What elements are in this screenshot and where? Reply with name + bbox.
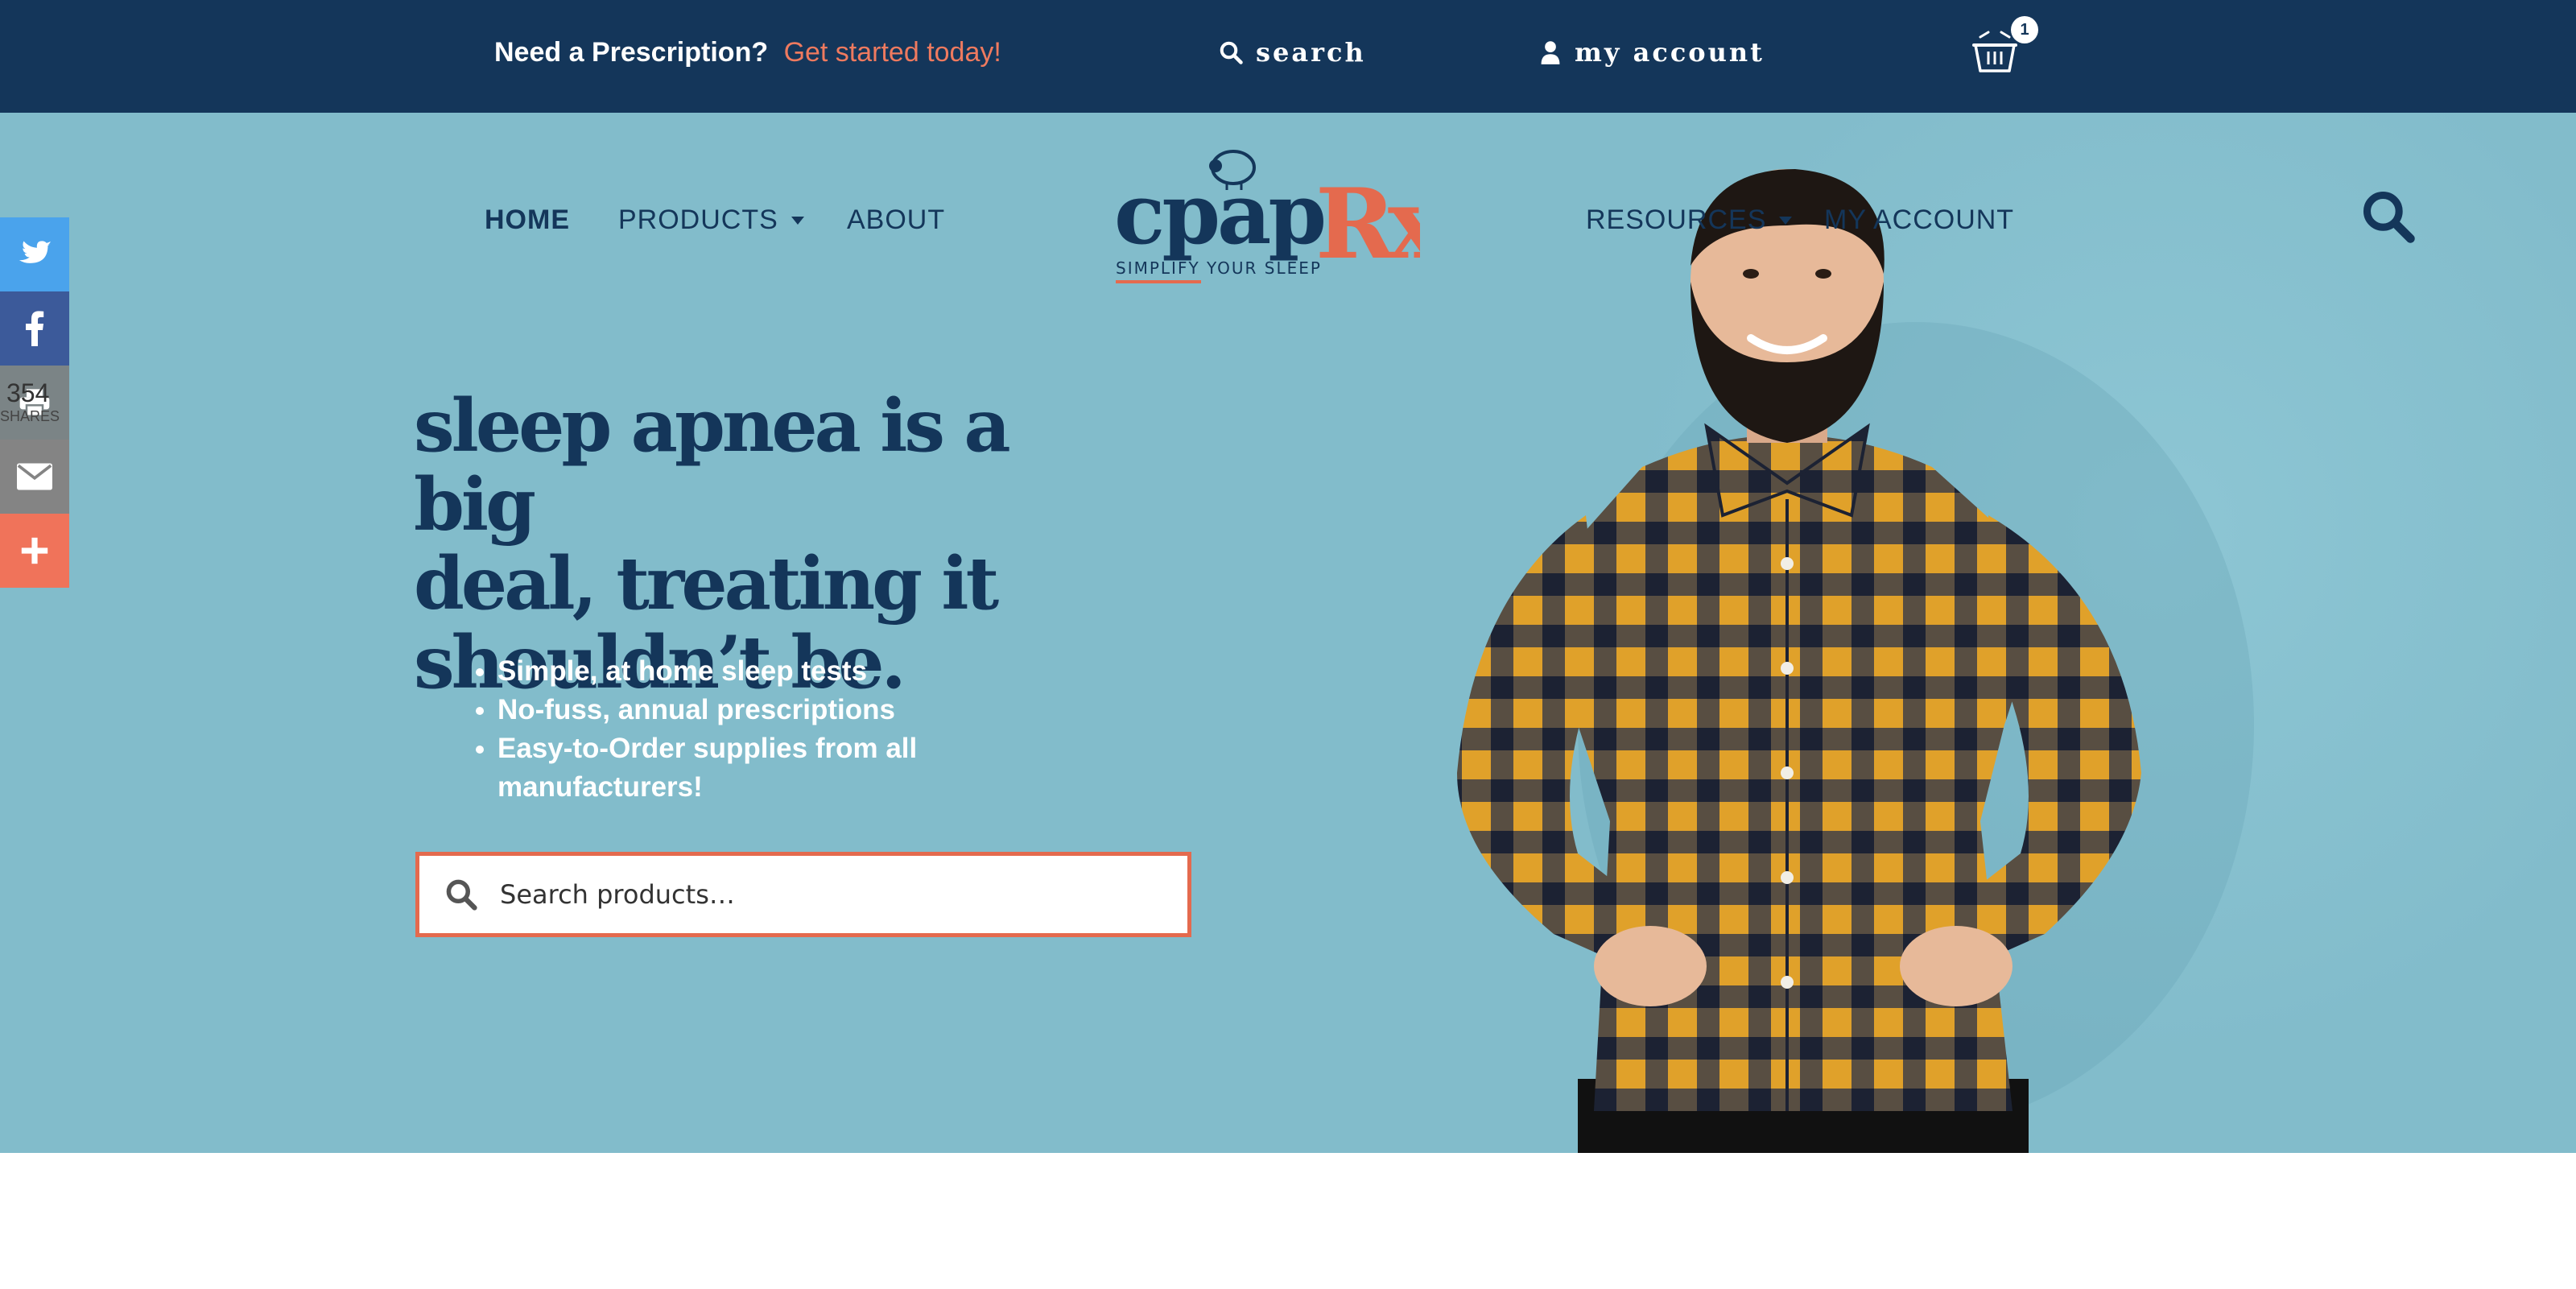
logo-tagline: SIMPLIFY YOUR SLEEP — [1116, 258, 1322, 278]
nav-my-account[interactable]: MY ACCOUNT — [1824, 205, 2014, 236]
below-hero-section — [0, 1153, 2576, 1289]
facebook-share-button[interactable] — [0, 291, 69, 366]
nav-search-icon[interactable] — [2360, 188, 2415, 243]
share-count: 354 SHARES — [0, 378, 69, 425]
search-icon — [446, 879, 477, 911]
nav-products[interactable]: PRODUCTS — [618, 205, 806, 236]
benefit-item: No-fuss, annual prescriptions — [497, 691, 1016, 729]
product-search-box[interactable] — [415, 852, 1191, 937]
hero-person-image — [1457, 169, 2254, 1153]
logo-brand-rx: Rx — [1315, 167, 1420, 281]
nav-resources-label: RESOURCES — [1586, 205, 1767, 235]
user-icon — [1541, 41, 1560, 64]
top-search-label: search — [1256, 37, 1366, 68]
twitter-icon — [19, 241, 52, 263]
facebook-icon — [26, 311, 44, 346]
promo-text: Need a Prescription? — [494, 37, 769, 68]
product-search-input[interactable] — [500, 879, 1160, 910]
share-count-number: 354 — [6, 378, 50, 407]
logo-brand-main: cpap — [1114, 164, 1323, 263]
email-share-button[interactable] — [0, 440, 69, 514]
plus-icon — [21, 537, 48, 564]
get-started-link[interactable]: Get started today! — [784, 37, 1001, 68]
share-count-label: SHARES — [0, 408, 60, 424]
caret-down-icon — [791, 216, 804, 225]
top-search-link[interactable]: search — [1219, 37, 1366, 68]
nav-resources[interactable]: RESOURCES — [1586, 205, 1794, 236]
nav-products-label: PRODUCTS — [618, 205, 778, 235]
twitter-share-button[interactable] — [0, 217, 69, 291]
hero-headline-line: sleep apnea is a big — [414, 383, 1011, 547]
benefit-item: Simple, at home sleep tests — [497, 652, 1016, 691]
top-bar: Need a Prescription? Get started today! … — [0, 0, 2576, 113]
nav-about[interactable]: ABOUT — [847, 205, 945, 236]
hero-benefits-list: Simple, at home sleep tests No-fuss, ann… — [452, 652, 1016, 807]
nav-home[interactable]: HOME — [485, 205, 570, 236]
search-icon — [1220, 41, 1243, 64]
cpaprx-logo[interactable]: cpap Rx SIMPLIFY YOUR SLEEP — [1114, 145, 1455, 290]
prescription-promo: Need a Prescription? Get started today! — [494, 37, 1001, 68]
top-account-link[interactable]: my account — [1539, 37, 1765, 68]
benefit-item: Easy-to-Order supplies from all manufact… — [497, 729, 1016, 807]
email-icon — [17, 463, 52, 490]
top-account-label: my account — [1575, 37, 1765, 68]
more-share-button[interactable] — [0, 514, 69, 588]
caret-down-icon — [1779, 216, 1793, 225]
cart-count-badge: 1 — [2011, 16, 2038, 43]
hero-headline-line: deal, treating it — [414, 541, 999, 626]
hero-section: HOME PRODUCTS ABOUT cpap Rx SIMPLIFY YOU… — [0, 113, 2576, 1153]
